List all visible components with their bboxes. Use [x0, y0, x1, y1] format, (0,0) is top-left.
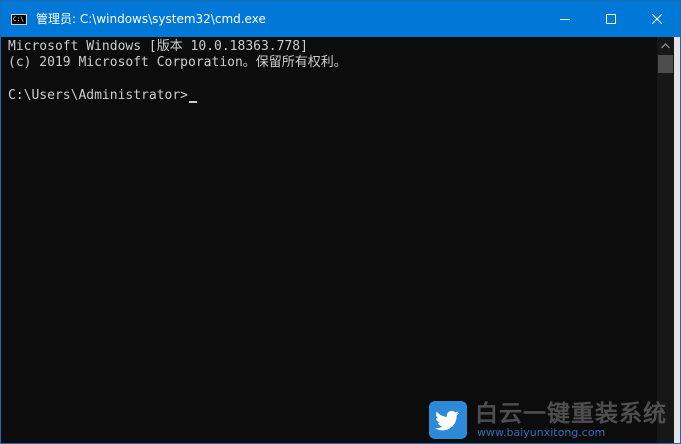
scroll-up-button[interactable]	[657, 37, 674, 54]
maximize-icon	[606, 14, 616, 24]
text-cursor	[189, 101, 198, 103]
maximize-button[interactable]	[588, 1, 634, 37]
console-prompt-line[interactable]: C:\Users\Administrator>	[8, 88, 198, 104]
watermark-title: 白云一键重装系统	[475, 401, 667, 427]
window-frame-edge	[674, 37, 680, 443]
chevron-up-icon	[661, 42, 670, 48]
console-output[interactable]: Microsoft Windows [版本 10.0.18363.778] (c…	[1, 37, 657, 443]
close-icon	[652, 14, 662, 24]
title-bar[interactable]: C:\ 管理员: C:\windows\system32\cmd.exe	[1, 1, 680, 37]
cmd-app-icon[interactable]: C:\	[11, 14, 27, 25]
console-line-version: Microsoft Windows [版本 10.0.18363.778]	[8, 39, 308, 54]
scrollbar-thumb[interactable]	[658, 55, 673, 73]
watermark-url: www.baiyunxitong.com	[477, 426, 606, 439]
console-line-copyright: (c) 2019 Microsoft Corporation。保留所有权利。	[8, 55, 347, 70]
cmd-window: C:\ 管理员: C:\windows\system32\cmd.exe Mic…	[0, 0, 681, 444]
window-title: 管理员: C:\windows\system32\cmd.exe	[36, 12, 266, 26]
site-watermark: 白云一键重装系统 www.baiyunxitong.com	[429, 399, 674, 443]
vertical-scrollbar[interactable]	[657, 37, 674, 443]
minimize-icon	[560, 19, 570, 20]
minimize-button[interactable]	[542, 1, 588, 37]
close-button[interactable]	[634, 1, 680, 37]
command-prompt: C:\Users\Administrator>	[8, 88, 189, 103]
twitter-bird-icon	[429, 401, 467, 439]
